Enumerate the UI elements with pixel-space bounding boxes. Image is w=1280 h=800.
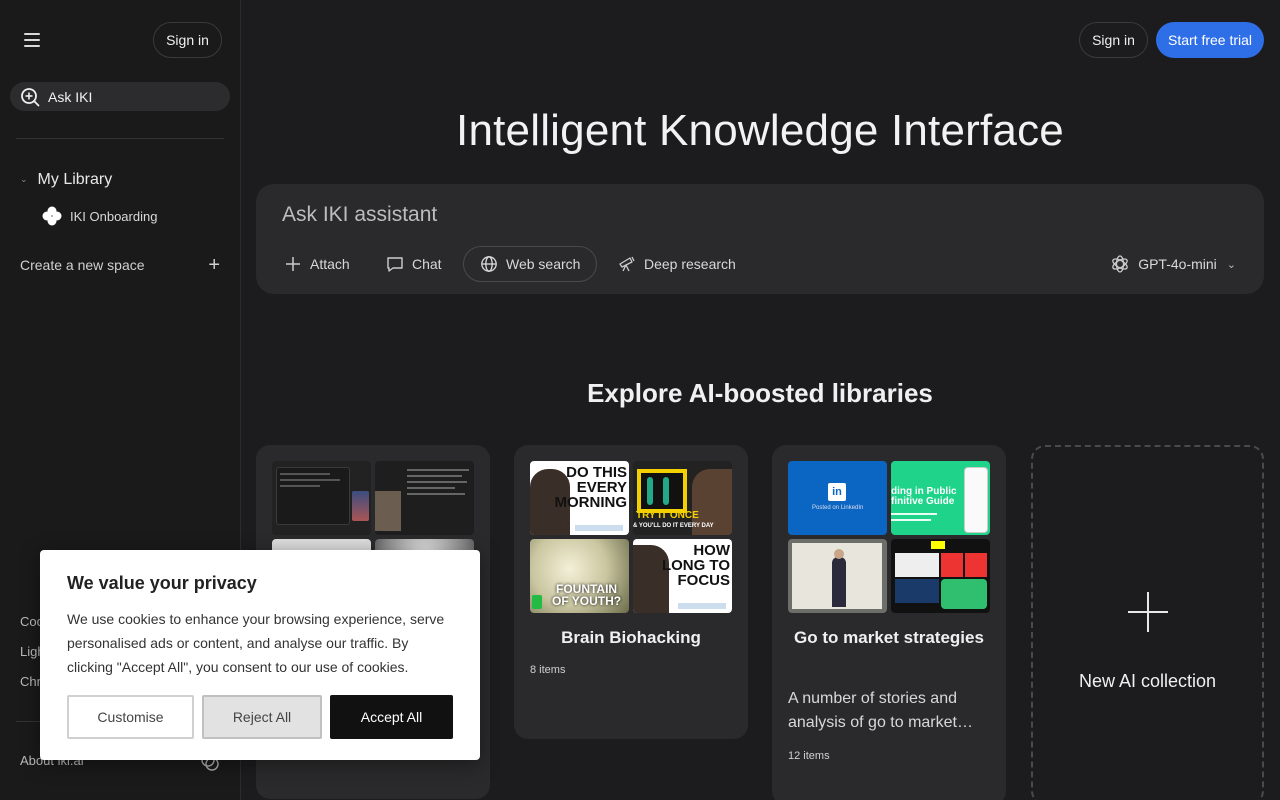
- thumbnail: DO THIS EVERY MORNING: [530, 461, 629, 535]
- thumbnail: [788, 539, 887, 613]
- accept-all-button[interactable]: Accept All: [330, 695, 453, 739]
- chat-label: Chat: [412, 256, 442, 272]
- iki-flower-icon: [42, 206, 62, 226]
- chat-button[interactable]: Chat: [386, 246, 442, 282]
- page-title: Intelligent Knowledge Interface: [456, 106, 1064, 155]
- new-ai-collection-label: New AI collection: [1078, 671, 1217, 691]
- card-title: Brain Biohacking: [561, 628, 701, 647]
- library-card-brain-biohacking[interactable]: DO THIS EVERY MORNING TRY IT ONCE & YOU'LL…: [514, 445, 748, 739]
- ask-iki-label: Ask IKI: [48, 88, 93, 105]
- start-free-trial-button[interactable]: Start free trial: [1156, 22, 1264, 58]
- thumbnail: [375, 461, 474, 535]
- explore-heading: Explore AI-boosted libraries: [587, 378, 933, 408]
- thumbnail: HOW LONG TO FOCUS: [633, 539, 732, 613]
- card-thumbnails: DO THIS EVERY MORNING TRY IT ONCE & YOU'LL…: [530, 461, 732, 613]
- cookie-consent-banner: We value your privacy We use cookies to …: [40, 550, 480, 760]
- openai-icon: [1112, 255, 1128, 273]
- plus-icon: [286, 257, 300, 271]
- attach-button[interactable]: Attach: [284, 246, 350, 282]
- attach-label: Attach: [310, 256, 350, 272]
- globe-icon: [481, 256, 497, 272]
- create-space-label: Create a new space: [20, 257, 145, 273]
- thumbnail-caption: FOUNTAIN OF YOUTH?: [552, 582, 622, 608]
- sidebar-item-iki-onboarding[interactable]: IKI Onboarding: [42, 206, 157, 226]
- thumbnail-caption: ding in Public finitive Guide: [891, 486, 957, 507]
- cookie-text: We use cookies to enhance your browsing …: [67, 611, 445, 675]
- sidebar-link-3[interactable]: Chr: [20, 674, 41, 689]
- thumbnail: in Posted on LinkedIn: [788, 461, 887, 535]
- sidebar-item-label: IKI Onboarding: [70, 208, 158, 224]
- thumbnail: FOUNTAIN OF YOUTH?: [530, 539, 629, 613]
- card-item-count: 12 items: [788, 750, 830, 762]
- sidebar-sign-in-button[interactable]: Sign in: [153, 22, 222, 58]
- thumbnail-caption: HOW LONG TO FOCUS: [661, 542, 730, 589]
- sidebar-divider: [16, 138, 224, 139]
- thumbnail: ding in Public finitive Guide: [891, 461, 990, 535]
- deep-research-button[interactable]: Deep research: [618, 246, 736, 282]
- telescope-icon: [619, 256, 635, 272]
- deep-research-label: Deep research: [644, 256, 736, 272]
- thumbnail: [891, 539, 990, 613]
- chevron-down-icon: ⌄: [20, 173, 28, 184]
- reject-all-button[interactable]: Reject All: [202, 695, 322, 739]
- card-thumbnails: in Posted on LinkedIn ding in Public fini…: [788, 461, 990, 613]
- plus-icon: +: [208, 254, 220, 276]
- linkedin-icon: in: [828, 483, 846, 501]
- chevron-down-icon: ⌄: [1226, 258, 1236, 271]
- assistant-prompt-panel: Ask IKI assistant Attach Chat Web search…: [256, 184, 1264, 294]
- card-title: Go to market strategies: [794, 628, 984, 647]
- thumbnail: TRY IT ONCE & YOU'LL DO IT EVERY DAY: [633, 461, 732, 535]
- thumbnail-caption: Posted on LinkedIn: [812, 505, 864, 511]
- cookie-title: We value your privacy: [67, 573, 257, 593]
- menu-icon[interactable]: [22, 30, 42, 50]
- assistant-input[interactable]: Ask IKI assistant: [282, 203, 437, 227]
- card-description: A number of stories and analysis of go t…: [788, 690, 973, 731]
- sign-in-button[interactable]: Sign in: [1079, 22, 1148, 58]
- my-library-toggle[interactable]: ⌄ My Library: [20, 170, 112, 190]
- new-ai-collection-card[interactable]: New AI collection: [1031, 445, 1264, 800]
- model-selector[interactable]: GPT-4o-mini ⌄: [1110, 246, 1236, 282]
- model-label: GPT-4o-mini: [1138, 256, 1217, 272]
- search-plus-icon: [21, 87, 40, 106]
- thumbnail: [272, 461, 371, 535]
- thumbnail-caption: & YOU'LL DO IT EVERY DAY: [633, 523, 714, 529]
- thumbnail-caption: DO THIS EVERY MORNING: [554, 464, 628, 511]
- web-search-label: Web search: [506, 256, 581, 272]
- card-item-count: 8 items: [530, 664, 566, 676]
- create-space-button[interactable]: Create a new space +: [20, 254, 220, 276]
- chat-bubble-icon: [387, 257, 403, 272]
- customise-button[interactable]: Customise: [67, 695, 194, 739]
- plus-icon: [1128, 592, 1168, 632]
- web-search-button[interactable]: Web search: [463, 246, 598, 282]
- thumbnail-caption: TRY IT ONCE: [636, 510, 699, 521]
- my-library-heading: My Library: [37, 171, 113, 188]
- library-card-go-to-market[interactable]: in Posted on LinkedIn ding in Public fini…: [772, 445, 1006, 800]
- ask-iki-button[interactable]: Ask IKI: [10, 82, 230, 111]
